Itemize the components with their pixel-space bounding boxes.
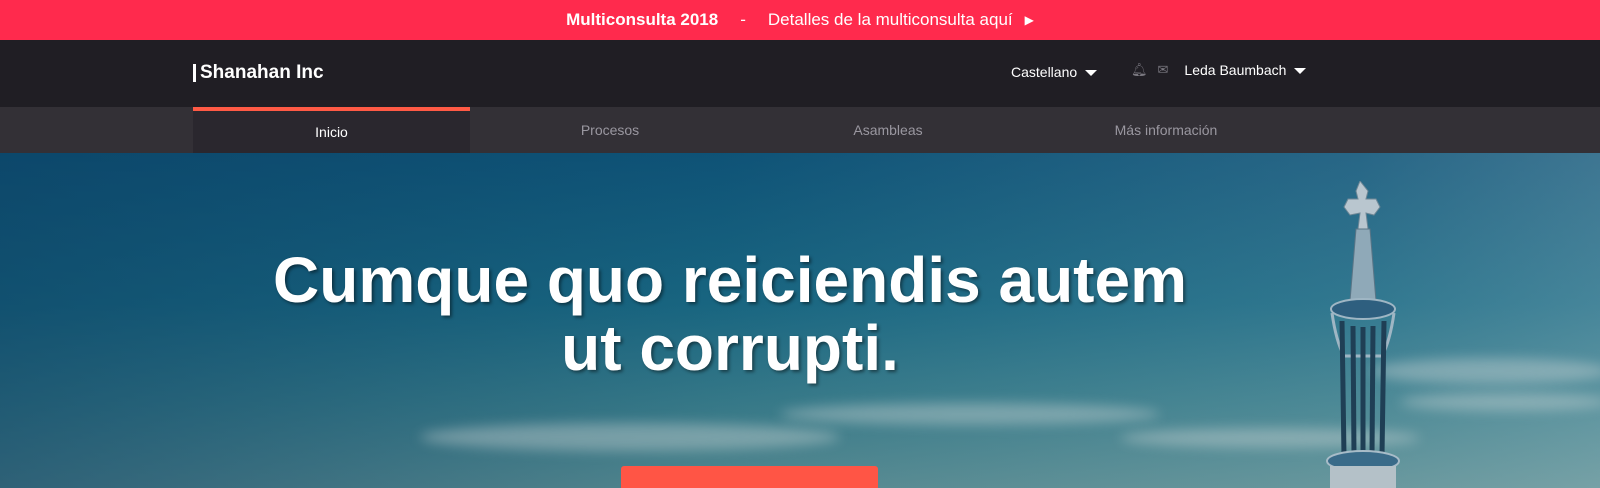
announcement-bar[interactable]: Multiconsulta 2018 - Detalles de la mult…	[0, 0, 1600, 40]
language-label: Castellano	[1011, 64, 1078, 80]
user-area: 🔔︎ ✉ Leda Baumbach	[1131, 62, 1307, 78]
user-name: Leda Baumbach	[1184, 62, 1287, 78]
language-selector[interactable]: Castellano	[1011, 64, 1098, 80]
chevron-down-icon	[1294, 68, 1307, 74]
tower-image	[1326, 181, 1400, 488]
mail-icon[interactable]: ✉	[1158, 62, 1169, 78]
cloud	[1400, 393, 1600, 411]
tab-inicio[interactable]: Inicio	[193, 107, 470, 153]
announcement-details-link[interactable]: Detalles de la multiconsulta aquí	[768, 10, 1013, 30]
brand-bar	[193, 64, 196, 82]
chevron-down-icon	[1085, 70, 1098, 76]
hero-title: Cumque quo reiciendis autem ut corrupti.	[273, 244, 1187, 384]
announcement-separator: -	[740, 10, 746, 29]
tab-mas-informacion[interactable]: Más información	[1026, 107, 1306, 153]
cloud	[420, 423, 840, 451]
main-nav: Inicio Procesos Asambleas Más informació…	[0, 107, 1600, 153]
brand-logo[interactable]: Shanahan Inc	[193, 62, 324, 84]
user-menu[interactable]: Leda Baumbach	[1178, 62, 1307, 78]
hero-banner: Cumque quo reiciendis autem ut corrupti.	[0, 153, 1600, 488]
tab-procesos[interactable]: Procesos	[470, 107, 750, 153]
tab-asambleas[interactable]: Asambleas	[750, 107, 1026, 153]
cloud	[780, 403, 1160, 425]
brand-name[interactable]: Shanahan Inc	[200, 62, 324, 84]
announcement-title[interactable]: Multiconsulta 2018	[566, 10, 718, 30]
main-header: Shanahan Inc Castellano 🔔︎ ✉ Leda Baumba…	[0, 40, 1600, 107]
hero-cta-button[interactable]	[621, 466, 878, 488]
bell-icon[interactable]: 🔔︎	[1131, 62, 1148, 78]
play-arrow-icon[interactable]: ▶	[1025, 13, 1034, 27]
